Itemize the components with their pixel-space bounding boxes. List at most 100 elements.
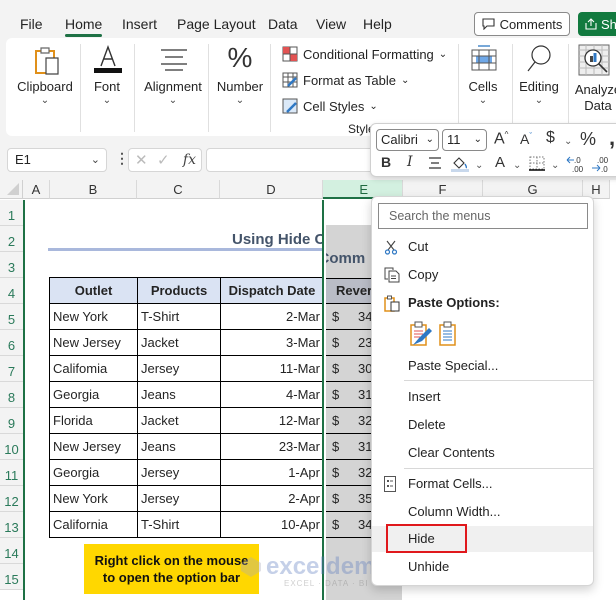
row-header-8[interactable]: 8 <box>0 382 23 408</box>
row-header-6[interactable]: 6 <box>0 330 23 356</box>
conditional-formatting-button[interactable]: Conditional Formatting ⌄ <box>282 44 447 64</box>
date-cell[interactable]: 12-Mar <box>220 407 324 434</box>
decrease-decimal-icon[interactable]: .00.0 <box>591 155 611 173</box>
row-header-4[interactable]: 4 <box>0 278 23 304</box>
tab-help[interactable]: Help <box>363 16 392 32</box>
menu-item-copy[interactable]: Copy <box>372 262 593 288</box>
row-header-12[interactable]: 12 <box>0 486 23 512</box>
date-cell[interactable]: 2-Apr <box>220 485 324 512</box>
italic-icon[interactable]: I <box>407 154 413 170</box>
product-cell[interactable]: T-Shirt <box>137 303 221 330</box>
more-options-icon[interactable]: ⋮ <box>115 150 129 167</box>
date-cell[interactable]: 10-Apr <box>220 511 324 538</box>
editing-group[interactable]: Editing ⌄ <box>514 38 564 136</box>
increase-font-size-icon[interactable]: A^ <box>494 130 508 148</box>
analyze-data-button[interactable]: Analyze Data <box>570 38 616 136</box>
comma-style-icon[interactable]: , <box>609 125 615 151</box>
date-cell[interactable]: 1-Apr <box>220 459 324 486</box>
row-header-13[interactable]: 13 <box>0 512 23 538</box>
date-cell[interactable]: 23-Mar <box>220 433 324 460</box>
menu-item-delete[interactable]: Delete <box>372 412 593 438</box>
paste-values-icon[interactable] <box>438 321 458 347</box>
row-header-7[interactable]: 7 <box>0 356 23 382</box>
name-box[interactable]: E1 ⌄ <box>7 148 107 172</box>
tab-file[interactable]: File <box>20 16 43 32</box>
chevron-down-icon[interactable]: ⌄ <box>564 136 572 147</box>
product-cell[interactable]: T-Shirt <box>137 511 221 538</box>
product-cell[interactable]: Jeans <box>137 433 221 460</box>
outlet-cell[interactable]: Georgia <box>49 381 138 408</box>
number-group[interactable]: % Number ⌄ <box>212 38 268 136</box>
column-header-a[interactable]: A <box>23 180 50 199</box>
row-header-5[interactable]: 5 <box>0 304 23 330</box>
row-header-9[interactable]: 9 <box>0 408 23 434</box>
row-header-14[interactable]: 14 <box>0 538 23 564</box>
chevron-down-icon[interactable]: ⌄ <box>475 160 483 171</box>
increase-decimal-icon[interactable]: .0.00 <box>566 155 586 173</box>
paste-keep-formatting-icon[interactable] <box>409 321 433 347</box>
column-header-d[interactable]: D <box>220 180 323 199</box>
menu-item-paste-special[interactable]: Paste Special... <box>372 353 593 379</box>
header-products[interactable]: Products <box>137 277 221 304</box>
chevron-down-icon[interactable]: ⌄ <box>513 160 521 171</box>
product-cell[interactable]: Jacket <box>137 329 221 356</box>
tab-home[interactable]: Home <box>65 16 103 37</box>
row-header-1[interactable]: 1 <box>0 200 23 226</box>
borders-icon[interactable] <box>529 156 545 171</box>
tab-page-layout[interactable]: Page Layout <box>177 16 256 32</box>
row-header-10[interactable]: 10 <box>0 434 23 460</box>
menu-item-insert[interactable]: Insert <box>372 384 593 410</box>
row-header-15[interactable]: 15 <box>0 564 23 590</box>
outlet-cell[interactable]: New York <box>49 303 138 330</box>
cells-group[interactable]: Cells ⌄ <box>460 38 506 136</box>
cell-styles-button[interactable]: Cell Styles ⌄ <box>282 96 378 116</box>
date-cell[interactable]: 4-Mar <box>220 381 324 408</box>
row-header-3[interactable]: 3 <box>0 252 23 278</box>
menu-item-format-cells[interactable]: Format Cells... <box>372 471 593 497</box>
menu-item-unhide[interactable]: Unhide <box>372 554 593 580</box>
align-center-icon[interactable] <box>428 157 442 169</box>
alignment-group[interactable]: Alignment ⌄ <box>138 38 208 136</box>
product-cell[interactable]: Jersey <box>137 485 221 512</box>
product-cell[interactable]: Jersey <box>137 459 221 486</box>
header-dispatch-date[interactable]: Dispatch Date <box>220 277 324 304</box>
decrease-font-size-icon[interactable]: Aˇ <box>520 131 532 147</box>
product-cell[interactable]: Jersey <box>137 355 221 382</box>
comments-button[interactable]: Comments <box>474 12 570 36</box>
product-cell[interactable]: Jeans <box>137 381 221 408</box>
header-outlet[interactable]: Outlet <box>49 277 138 304</box>
outlet-cell[interactable]: Califomia <box>49 355 138 382</box>
tab-insert[interactable]: Insert <box>122 16 157 32</box>
date-cell[interactable]: 11-Mar <box>220 355 324 382</box>
bold-icon[interactable]: B <box>381 154 391 170</box>
outlet-cell[interactable]: Florida <box>49 407 138 434</box>
percent-style-icon[interactable]: % <box>580 129 596 150</box>
search-menus-input[interactable]: Search the menus <box>378 203 588 229</box>
date-cell[interactable]: 2-Mar <box>220 303 324 330</box>
fill-color-icon[interactable] <box>451 155 471 172</box>
font-color-icon[interactable]: A <box>495 154 505 171</box>
chevron-down-icon[interactable]: ⌄ <box>551 160 559 171</box>
select-all-button[interactable] <box>0 180 23 199</box>
column-header-b[interactable]: B <box>50 180 137 199</box>
product-cell[interactable]: Jacket <box>137 407 221 434</box>
insert-function-icon[interactable]: fx <box>183 152 196 168</box>
share-button[interactable]: Sh <box>578 12 616 36</box>
tab-data[interactable]: Data <box>268 16 298 32</box>
outlet-cell[interactable]: California <box>49 511 138 538</box>
outlet-cell[interactable]: New Jersey <box>49 433 138 460</box>
row-header-11[interactable]: 11 <box>0 460 23 486</box>
tab-view[interactable]: View <box>316 16 346 32</box>
row-header-2[interactable]: 2 <box>0 226 23 252</box>
font-name-select[interactable]: Calibri ⌄ <box>376 129 439 151</box>
date-cell[interactable]: 3-Mar <box>220 329 324 356</box>
outlet-cell[interactable]: New Jersey <box>49 329 138 356</box>
font-size-select[interactable]: 11 ⌄ <box>442 129 487 151</box>
currency-icon[interactable]: $ <box>546 129 555 147</box>
menu-item-clear-contents[interactable]: Clear Contents <box>372 440 593 466</box>
cancel-icon[interactable]: ✕ <box>135 151 148 169</box>
outlet-cell[interactable]: New York <box>49 485 138 512</box>
clipboard-group[interactable]: Clipboard ⌄ <box>12 38 78 136</box>
font-group[interactable]: Font ⌄ <box>84 38 130 136</box>
column-header-c[interactable]: C <box>137 180 220 199</box>
